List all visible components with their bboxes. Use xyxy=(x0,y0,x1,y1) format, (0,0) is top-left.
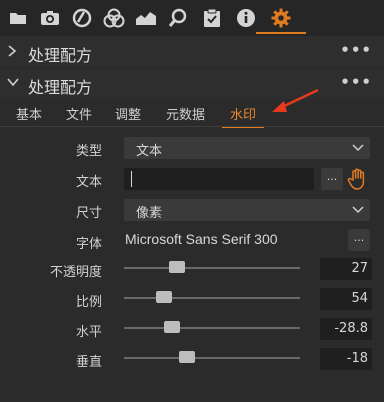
clipboard-icon[interactable] xyxy=(200,6,224,30)
gear-icon[interactable] xyxy=(269,6,293,30)
recipe-tabs: 基本 文件 调整 元数据 水印 xyxy=(0,100,384,126)
search-icon[interactable] xyxy=(166,6,190,30)
more-options-button[interactable]: ••• xyxy=(340,41,372,59)
chevron-down-icon xyxy=(352,141,364,157)
active-tab-indicator xyxy=(222,102,264,128)
info-icon[interactable] xyxy=(234,6,258,30)
opacity-value: 27 xyxy=(351,261,368,276)
opacity-label: 不透明度 xyxy=(49,265,102,280)
font-more-button[interactable]: ... xyxy=(348,229,370,251)
vertical-slider-handle[interactable] xyxy=(179,351,196,363)
lens-icon[interactable] xyxy=(70,6,94,30)
section-title: 处理配方 xyxy=(28,78,93,97)
opacity-value-field[interactable]: 27 xyxy=(320,258,372,280)
folder-icon[interactable] xyxy=(6,6,30,30)
opacity-slider-track[interactable] xyxy=(124,267,300,269)
tool-tabs-bar xyxy=(0,0,384,36)
section-title: 处理配方 xyxy=(28,46,93,65)
more-options-button[interactable]: ••• xyxy=(340,73,372,91)
type-value: 文本 xyxy=(136,144,163,159)
camera-icon[interactable] xyxy=(38,6,62,30)
type-select[interactable]: 文本 xyxy=(124,137,370,159)
chevron-down-icon xyxy=(352,203,364,219)
annotation-arrow-icon xyxy=(272,88,319,112)
text-label: 文本 xyxy=(75,175,102,190)
divider xyxy=(0,126,384,127)
chevron-right-icon xyxy=(6,44,18,62)
vertical-value: -18 xyxy=(346,351,368,366)
vertical-slider-track[interactable] xyxy=(124,357,300,359)
horizontal-slider-track[interactable] xyxy=(124,327,300,329)
size-label: 尺寸 xyxy=(75,206,102,221)
active-tool-indicator xyxy=(256,32,306,34)
exposure-icon[interactable] xyxy=(134,6,158,30)
scale-slider-track[interactable] xyxy=(124,297,300,299)
horizontal-label: 水平 xyxy=(75,325,102,340)
tab-adjust[interactable]: 调整 xyxy=(115,104,141,123)
section-process-recipe-expanded[interactable]: 处理配方 ••• xyxy=(0,69,384,99)
horizontal-slider-handle[interactable] xyxy=(163,321,180,333)
hand-icon[interactable] xyxy=(346,167,370,195)
size-select[interactable]: 像素 xyxy=(124,199,370,221)
text-cursor xyxy=(131,171,132,187)
opacity-slider-handle[interactable] xyxy=(168,261,185,273)
size-value: 像素 xyxy=(136,206,163,221)
chevron-down-icon xyxy=(6,76,20,92)
color-icon[interactable] xyxy=(102,6,126,30)
watermark-text-input[interactable] xyxy=(124,168,314,190)
tab-basic[interactable]: 基本 xyxy=(16,104,42,123)
font-label: 字体 xyxy=(75,237,102,252)
text-more-button[interactable]: ... xyxy=(321,168,343,190)
vertical-label: 垂直 xyxy=(75,355,102,370)
section-process-recipe-collapsed[interactable]: 处理配方 ••• xyxy=(0,37,384,67)
vertical-value-field[interactable]: -18 xyxy=(320,348,372,370)
tab-metadata[interactable]: 元数据 xyxy=(166,104,205,123)
horizontal-value-field[interactable]: -28.8 xyxy=(320,318,372,340)
scale-slider-handle[interactable] xyxy=(156,291,173,303)
tab-file[interactable]: 文件 xyxy=(66,104,92,123)
scale-value-field[interactable]: 54 xyxy=(320,288,372,310)
type-label: 类型 xyxy=(75,144,102,159)
font-value: Microsoft Sans Serif 300 xyxy=(125,231,278,247)
scale-value: 54 xyxy=(351,291,368,306)
horizontal-value: -28.8 xyxy=(334,321,368,336)
scale-label: 比例 xyxy=(75,295,102,310)
